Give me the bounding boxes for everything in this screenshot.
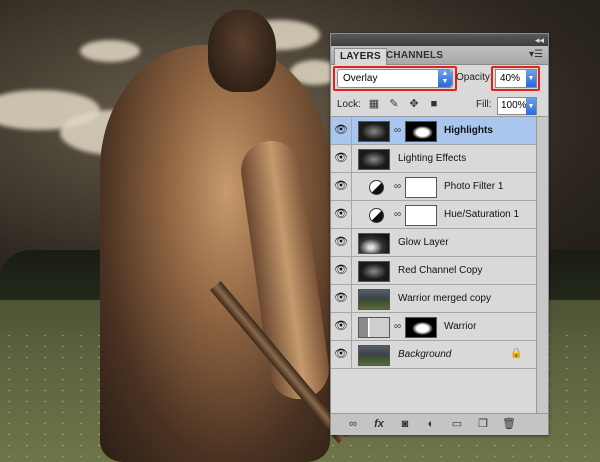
link-icon[interactable]: ∞: [394, 181, 401, 192]
link-icon[interactable]: ∞: [394, 321, 401, 332]
new-layer-icon[interactable]: ❐: [475, 417, 491, 431]
layer-thumbnail: [358, 261, 390, 282]
layer-row[interactable]: 👁 Glow Layer: [331, 229, 536, 257]
layer-thumbnail: [358, 233, 390, 254]
lock-transparency-icon[interactable]: ▦: [367, 97, 381, 111]
lock-pixels-icon[interactable]: ✎: [387, 97, 401, 111]
layer-mask-thumbnail[interactable]: [405, 121, 437, 142]
eye-icon[interactable]: 👁: [331, 201, 352, 228]
add-mask-icon[interactable]: ◙: [397, 417, 413, 431]
fx-icon[interactable]: fx: [371, 417, 387, 431]
eye-icon[interactable]: 👁: [331, 341, 352, 368]
trash-icon[interactable]: 🗑: [501, 417, 517, 431]
eye-icon[interactable]: 👁: [331, 229, 352, 256]
eye-icon[interactable]: 👁: [331, 145, 352, 172]
panel-bottom-bar: ∞ fx ◙ ◐ ▭ ❐ 🗑: [331, 413, 548, 435]
layer-mask-thumbnail[interactable]: [405, 205, 437, 226]
fill-value: 100%: [501, 100, 527, 111]
layers-list: 👁 ∞ Highlights 👁 Lighting Effects 👁 ∞ Ph…: [331, 117, 536, 413]
layer-name: Background: [398, 349, 452, 360]
eye-icon[interactable]: 👁: [331, 257, 352, 284]
layer-name: Warrior merged copy: [398, 293, 491, 304]
tab-layers[interactable]: LAYERS: [334, 48, 387, 65]
layer-name: Glow Layer: [398, 237, 449, 248]
lock-position-icon[interactable]: ✥: [407, 97, 421, 111]
layer-mask-thumbnail[interactable]: [405, 177, 437, 198]
eye-icon[interactable]: 👁: [331, 285, 352, 312]
panel-tabbar: LAYERS CHANNELS ▾☰: [331, 46, 548, 65]
link-layers-icon[interactable]: ∞: [345, 417, 361, 431]
layer-thumbnail: [358, 317, 390, 338]
layer-row[interactable]: 👁 ∞ Highlights: [331, 117, 536, 145]
adjustment-layer-icon[interactable]: ◐: [423, 417, 439, 431]
fill-field[interactable]: 100% ▼: [497, 97, 537, 115]
layer-name: Hue/Saturation 1: [444, 209, 520, 220]
layer-mask-thumbnail[interactable]: [405, 317, 437, 338]
layer-name: Lighting Effects: [398, 153, 467, 164]
layer-thumbnail: [358, 345, 390, 366]
panel-titlebar[interactable]: ◂◂: [331, 34, 548, 46]
layer-row[interactable]: 👁 ∞ Photo Filter 1: [331, 173, 536, 201]
fill-dropdown-icon[interactable]: ▼: [526, 98, 536, 115]
adjustment-icon: [369, 208, 384, 223]
layer-name: Highlights: [444, 125, 493, 136]
collapse-icon[interactable]: ◂◂: [535, 34, 544, 46]
layer-name: Photo Filter 1: [444, 181, 504, 192]
eye-icon[interactable]: 👁: [331, 117, 352, 144]
blend-row: Overlay ▲ ▼ Opacity: 40% ▼: [331, 65, 548, 91]
adjustment-icon: [369, 180, 384, 195]
lock-all-icon[interactable]: ■: [427, 97, 441, 111]
opacity-highlight: [491, 66, 540, 91]
layers-panel: ◂◂ LAYERS CHANNELS ▾☰ Overlay ▲ ▼ Opacity…: [330, 33, 549, 435]
layer-row[interactable]: 👁 Lighting Effects: [331, 145, 536, 173]
eye-icon[interactable]: 👁: [331, 173, 352, 200]
eye-icon[interactable]: 👁: [331, 313, 352, 340]
layer-row[interactable]: 👁 ∞ Warrior: [331, 313, 536, 341]
link-icon[interactable]: ∞: [394, 125, 401, 136]
fill-label: Fill:: [476, 99, 492, 110]
layer-thumbnail: [358, 149, 390, 170]
panel-menu-icon[interactable]: ▾☰: [529, 49, 543, 60]
opacity-label: Opacity:: [456, 72, 493, 83]
link-icon[interactable]: ∞: [394, 209, 401, 220]
lock-label: Lock:: [337, 99, 361, 110]
warrior-head: [208, 10, 276, 92]
lock-icons: ▦ ✎ ✥ ■: [367, 97, 441, 113]
layer-thumbnail: [358, 121, 390, 142]
layers-scrollbar[interactable]: [536, 117, 548, 413]
layer-thumbnail: [358, 289, 390, 310]
layer-name: Red Channel Copy: [398, 265, 483, 276]
layer-row[interactable]: 👁 Red Channel Copy: [331, 257, 536, 285]
new-group-icon[interactable]: ▭: [449, 417, 465, 431]
lock-row: Lock: ▦ ✎ ✥ ■ Fill: 100% ▼: [331, 94, 548, 117]
layer-row[interactable]: 👁 Warrior merged copy: [331, 285, 536, 313]
lock-icon: 🔒: [510, 348, 523, 359]
layer-row[interactable]: 👁 Background 🔒: [331, 341, 536, 369]
layer-name: Warrior: [444, 321, 477, 332]
tab-channels[interactable]: CHANNELS: [381, 48, 448, 64]
cloud: [80, 40, 140, 62]
layer-row[interactable]: 👁 ∞ Hue/Saturation 1: [331, 201, 536, 229]
blend-mode-highlight: [333, 66, 457, 91]
